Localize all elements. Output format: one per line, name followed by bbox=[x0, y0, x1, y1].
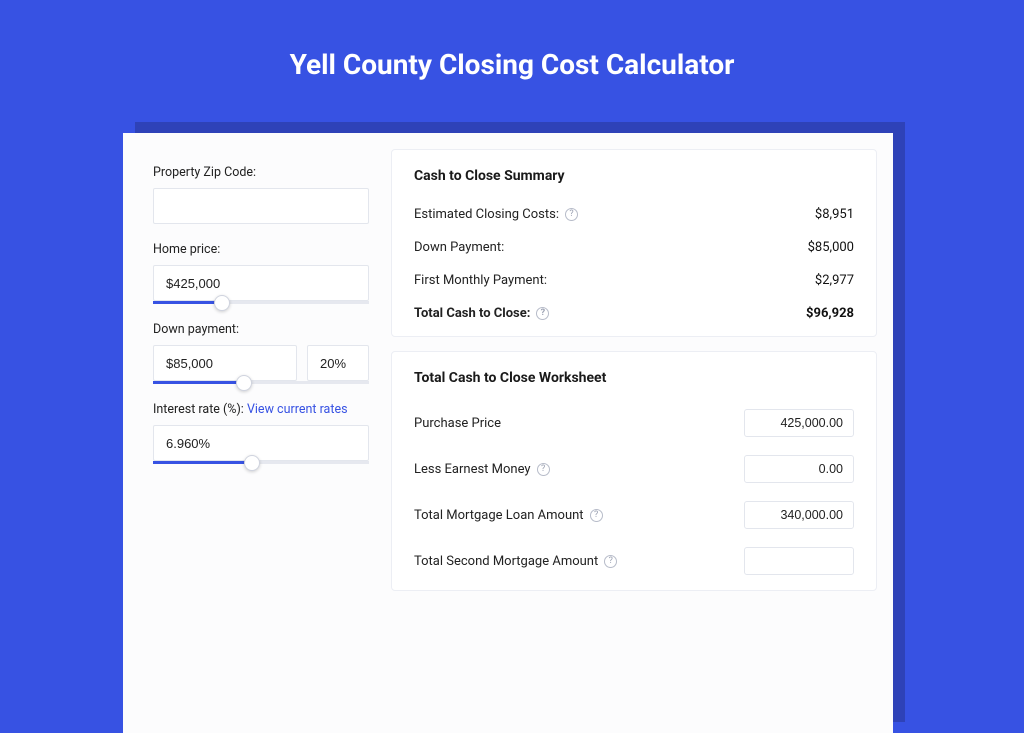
worksheet-row-second-mortgage: Total Second Mortgage Amount ? bbox=[414, 538, 854, 584]
page-title: Yell County Closing Cost Calculator bbox=[0, 0, 1024, 109]
zip-label: Property Zip Code: bbox=[153, 165, 369, 180]
help-icon[interactable]: ? bbox=[590, 509, 603, 522]
inputs-column: Property Zip Code: Home price: Down paym… bbox=[123, 133, 391, 733]
summary-row-label: Estimated Closing Costs: bbox=[414, 207, 559, 222]
help-icon[interactable]: ? bbox=[537, 463, 550, 476]
down-payment-field: Down payment: bbox=[153, 322, 369, 384]
summary-row-monthly-payment: First Monthly Payment: $2,977 bbox=[414, 264, 854, 297]
home-price-slider-fill bbox=[153, 301, 222, 304]
down-payment-label: Down payment: bbox=[153, 322, 369, 337]
worksheet-row-label: Purchase Price bbox=[414, 416, 501, 431]
home-price-slider[interactable] bbox=[153, 301, 369, 304]
summary-row-label: Down Payment: bbox=[414, 240, 504, 255]
interest-rate-input[interactable] bbox=[153, 425, 369, 461]
worksheet-row-label: Less Earnest Money bbox=[414, 462, 531, 477]
down-payment-input[interactable] bbox=[153, 345, 297, 381]
summary-row-total: Total Cash to Close: ? $96,928 bbox=[414, 297, 854, 330]
interest-rate-field: Interest rate (%): View current rates bbox=[153, 402, 369, 464]
calculator-card: Property Zip Code: Home price: Down paym… bbox=[123, 133, 893, 733]
help-icon[interactable]: ? bbox=[604, 555, 617, 568]
results-column: Cash to Close Summary Estimated Closing … bbox=[391, 133, 893, 733]
down-payment-percent-input[interactable] bbox=[307, 345, 369, 381]
worksheet-earnest-money-input[interactable] bbox=[744, 455, 854, 483]
worksheet-panel: Total Cash to Close Worksheet Purchase P… bbox=[391, 351, 877, 591]
worksheet-row-label: Total Second Mortgage Amount bbox=[414, 554, 598, 569]
summary-panel: Cash to Close Summary Estimated Closing … bbox=[391, 149, 877, 337]
summary-row-label: First Monthly Payment: bbox=[414, 273, 547, 288]
zip-field: Property Zip Code: bbox=[153, 165, 369, 224]
interest-rate-slider-fill bbox=[153, 461, 252, 464]
worksheet-row-purchase-price: Purchase Price bbox=[414, 400, 854, 446]
interest-rate-label: Interest rate (%): View current rates bbox=[153, 402, 369, 417]
interest-rate-label-text: Interest rate (%): bbox=[153, 402, 247, 417]
worksheet-title: Total Cash to Close Worksheet bbox=[414, 370, 854, 386]
summary-row-down-payment: Down Payment: $85,000 bbox=[414, 231, 854, 264]
help-icon[interactable]: ? bbox=[565, 208, 578, 221]
interest-rate-slider-thumb[interactable] bbox=[244, 455, 260, 471]
home-price-slider-thumb[interactable] bbox=[214, 295, 230, 311]
view-current-rates-link[interactable]: View current rates bbox=[247, 402, 348, 417]
down-payment-slider-fill bbox=[153, 381, 244, 384]
summary-row-value: $85,000 bbox=[808, 240, 854, 255]
summary-row-value: $2,977 bbox=[815, 273, 854, 288]
summary-total-label: Total Cash to Close: bbox=[414, 306, 530, 321]
worksheet-purchase-price-input[interactable] bbox=[744, 409, 854, 437]
down-payment-slider-thumb[interactable] bbox=[236, 375, 252, 391]
summary-row-closing-costs: Estimated Closing Costs: ? $8,951 bbox=[414, 198, 854, 231]
summary-row-value: $8,951 bbox=[815, 207, 854, 222]
worksheet-row-earnest-money: Less Earnest Money ? bbox=[414, 446, 854, 492]
interest-rate-slider[interactable] bbox=[153, 461, 369, 464]
summary-total-value: $96,928 bbox=[806, 306, 854, 321]
worksheet-row-mortgage-amount: Total Mortgage Loan Amount ? bbox=[414, 492, 854, 538]
worksheet-row-label: Total Mortgage Loan Amount bbox=[414, 508, 584, 523]
worksheet-mortgage-amount-input[interactable] bbox=[744, 501, 854, 529]
home-price-input[interactable] bbox=[153, 265, 369, 301]
help-icon[interactable]: ? bbox=[536, 307, 549, 320]
down-payment-slider[interactable] bbox=[153, 381, 369, 384]
zip-input[interactable] bbox=[153, 188, 369, 224]
summary-title: Cash to Close Summary bbox=[414, 168, 854, 184]
home-price-field: Home price: bbox=[153, 242, 369, 304]
home-price-label: Home price: bbox=[153, 242, 369, 257]
worksheet-second-mortgage-input[interactable] bbox=[744, 547, 854, 575]
